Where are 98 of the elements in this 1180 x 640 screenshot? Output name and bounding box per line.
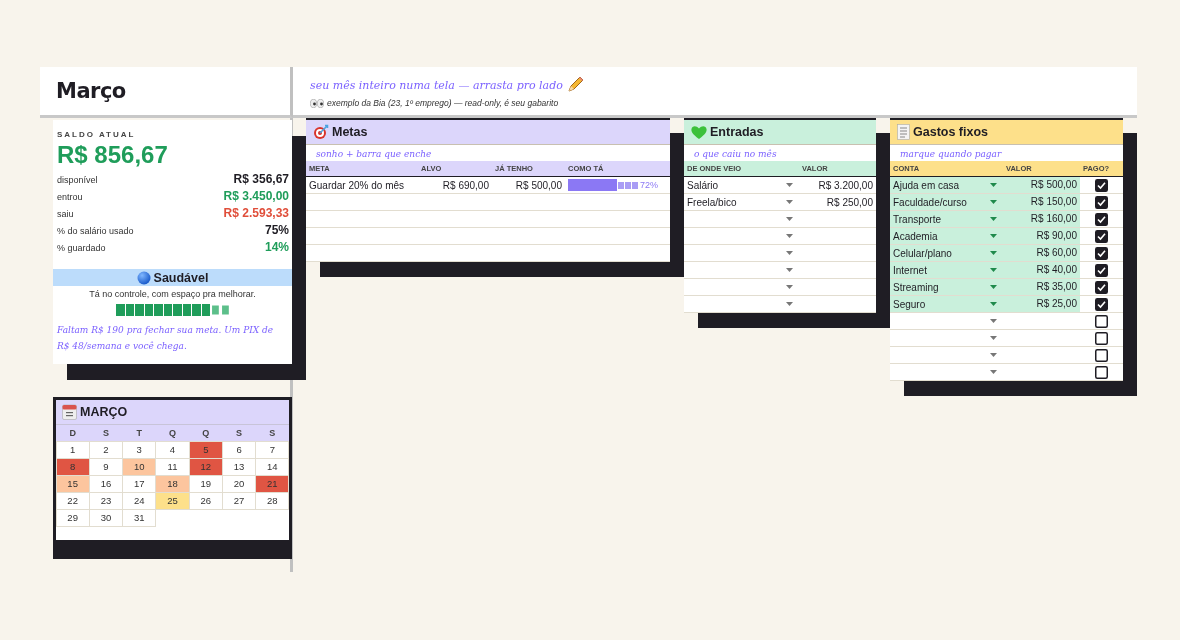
table-cell: Streaming [893,281,939,293]
table-cell: Freela/bico [687,196,737,208]
weekday-label: S [255,425,289,441]
dropdown-icon[interactable] [990,336,997,340]
status-text: Tá no controle, com espaço pra melhorar. [88,289,257,299]
card-title: Metas [332,125,368,139]
checkbox[interactable] [1095,246,1108,260]
sheet-title: Março [56,79,126,103]
calendar-day[interactable]: 29 [55,508,90,527]
checkbox[interactable] [1095,331,1108,345]
stat-value: R$ 356,67 [233,172,289,186]
table-cell: R$ 60,00 [1036,247,1077,258]
dropdown-icon[interactable] [786,285,793,289]
table-cell: Celular/plano [893,247,952,259]
table-cell: R$ 500,00 [1030,179,1077,190]
dropdown-icon[interactable] [786,234,793,238]
table-cell-text: R$ 500,00 [514,179,563,191]
stat-label: % guardado [57,243,106,253]
dropdown-icon[interactable] [990,370,997,374]
checkbox[interactable] [1095,178,1108,192]
weekday-label: Q [189,425,223,441]
dropdown-icon[interactable] [990,353,997,357]
stat-label: saiu [57,209,74,219]
checkbox[interactable] [1095,365,1108,379]
stat-value: R$ 3.450,00 [223,189,289,203]
table-cell: R$ 90,00 [1036,230,1077,241]
weekday-label: S [222,425,256,441]
table-cell: Seguro [893,298,926,310]
checkbox[interactable] [1095,229,1108,243]
progress-percent: 72% [640,180,658,190]
card-subtitle: sonho + barra que enche [315,148,433,161]
dropdown-icon[interactable] [990,217,997,221]
checkbox[interactable] [1095,195,1108,209]
table-cell: Ajuda em casa [893,179,960,191]
dropdown-icon[interactable] [990,251,997,255]
dropdown-icon[interactable] [786,268,793,272]
table-cell: Academia [893,230,938,242]
dropdown-icon[interactable] [990,302,997,306]
checkbox[interactable] [1095,280,1108,294]
table-cell: Salário [687,179,719,191]
table-cell-text: R$ 690,00 [441,179,490,191]
stat-label: % do salário usado [57,226,134,236]
checkbox[interactable] [1095,263,1108,277]
calendar-icon [62,404,77,420]
dropdown-icon[interactable] [786,183,793,187]
checkbox[interactable] [1095,212,1108,226]
status-label: Saudável [153,270,209,285]
card-subtitle: o que caiu no mês [693,148,778,161]
table-cell-text: R$ 250,00 [825,196,874,208]
weekday-label: T [122,425,156,441]
dropdown-icon[interactable] [990,285,997,289]
calendar-day[interactable]: 15 [55,474,90,493]
table-cell: R$ 150,00 [1030,196,1077,207]
table-cell: Transporte [893,213,941,225]
dropdown-icon[interactable] [990,183,997,187]
heart-icon [691,124,707,140]
dropdown-icon[interactable] [786,302,793,306]
table-cell-text: R$ 3.200,00 [817,179,874,191]
table-cell: Faculdade/curso [893,196,967,208]
card-subtitle: marque quando pagar [899,148,1003,161]
table-cell-text: Guardar 20% do mês [308,179,406,191]
table-cell: R$ 40,00 [1036,264,1077,275]
eyes-icon [310,98,324,108]
dropdown-icon[interactable] [990,234,997,238]
calendar-day[interactable]: 1 [55,440,90,459]
stat-label: entrou [57,192,83,202]
calendar-title: MARÇO [80,405,128,419]
stat-value: 14% [264,240,289,254]
note-text: exemplo da Bia (23, 1º emprego) — read-only, é seu gabarito [327,98,559,108]
weekday-label: Q [155,425,190,441]
dropdown-icon[interactable] [786,200,793,204]
dropdown-icon[interactable] [990,268,997,272]
weekday-label: S [89,425,123,441]
checkbox[interactable] [1095,314,1108,328]
stat-label: disponível [57,175,98,185]
target-icon [313,124,329,140]
receipt-icon [897,124,910,140]
circle-icon [136,270,151,285]
dropdown-icon[interactable] [990,200,997,204]
card-title: Gastos fixos [913,125,989,139]
dropdown-icon[interactable] [786,251,793,255]
checkbox[interactable] [1095,297,1108,311]
progress-bar [568,179,638,191]
stat-value: R$ 2.593,33 [223,206,289,220]
table-cell: R$ 35,00 [1036,281,1077,292]
card-title: Entradas [710,125,764,139]
checkbox[interactable] [1095,348,1108,362]
dropdown-icon[interactable] [786,217,793,221]
tip-text: Faltam R$ 190 pra fechar sua meta. Um PIX de R$ 48/semana e você chega. [56,324,275,353]
dropdown-icon[interactable] [990,319,997,323]
balance-amount: R$ 856,67 [57,141,169,169]
table-cell: R$ 25,00 [1036,298,1077,309]
table-cell: R$ 160,00 [1030,213,1077,224]
weekday-label: D [56,425,90,441]
tagline: seu mês inteiro numa tela — arrasta pro lado [310,78,563,92]
balance-label: SALDO ATUAL [57,130,137,139]
stat-value: 75% [264,223,289,237]
table-cell: Internet [893,264,927,276]
